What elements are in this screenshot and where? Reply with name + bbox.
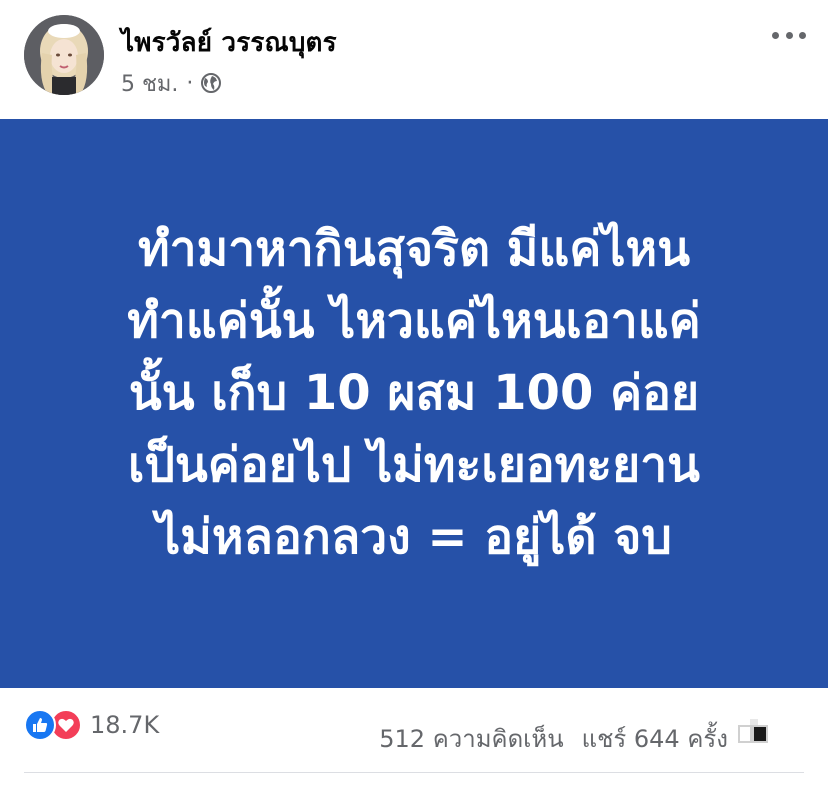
post-time[interactable]: 5 ชม. — [121, 66, 178, 101]
like-icon — [24, 709, 56, 741]
globe-icon[interactable] — [200, 72, 222, 94]
image-text-line: ทำมาหากินสุจริต มีแค่ไหน — [137, 220, 691, 277]
viewer-avatar-icon[interactable] — [736, 715, 770, 749]
more-options-button[interactable] — [772, 28, 806, 42]
avatar-image — [24, 15, 104, 95]
more-horizontal-icon — [785, 31, 793, 39]
image-text-line: ทำแค่นั้น ไหวแค่ไหนเอาแค่ — [127, 292, 701, 349]
comments-count[interactable]: 512 ความคิดเห็น — [379, 719, 563, 758]
image-text-line: ไม่หลอกลวง = อยู่ได้ จบ — [156, 508, 672, 565]
reaction-count: 18.7K — [90, 711, 160, 739]
post-meta: 5 ชม. · — [121, 68, 222, 98]
author-name[interactable]: ไพรวัลย์ วรรณบุตร — [121, 22, 337, 63]
footer-divider — [24, 772, 804, 773]
more-horizontal-icon — [772, 31, 779, 39]
post-image[interactable]: ทำมาหากินสุจริต มีแค่ไหน ทำแค่นั้น ไหวแค… — [0, 119, 828, 688]
shares-count[interactable]: แชร์ 644 ครั้ง — [582, 719, 728, 758]
meta-separator: · — [186, 70, 194, 96]
engagement-stats: 512 ความคิดเห็น แชร์ 644 ครั้ง — [379, 719, 728, 758]
post-header: ไพรวัลย์ วรรณบุตร 5 ชม. · — [0, 0, 828, 118]
post-image-text: ทำมาหากินสุจริต มีแค่ไหน ทำแค่นั้น ไหวแค… — [34, 213, 794, 573]
image-text-line: เป็นค่อยไป ไม่ทะเยอทะยาน — [128, 436, 700, 493]
image-text-line: นั้น เก็บ 10 ผสม 100 ค่อย — [128, 364, 700, 421]
more-horizontal-icon — [799, 31, 806, 39]
reactions-summary[interactable]: 18.7K — [24, 709, 159, 741]
author-avatar[interactable] — [24, 15, 104, 95]
post-footer: 18.7K 512 ความคิดเห็น แชร์ 644 ครั้ง — [0, 688, 828, 791]
